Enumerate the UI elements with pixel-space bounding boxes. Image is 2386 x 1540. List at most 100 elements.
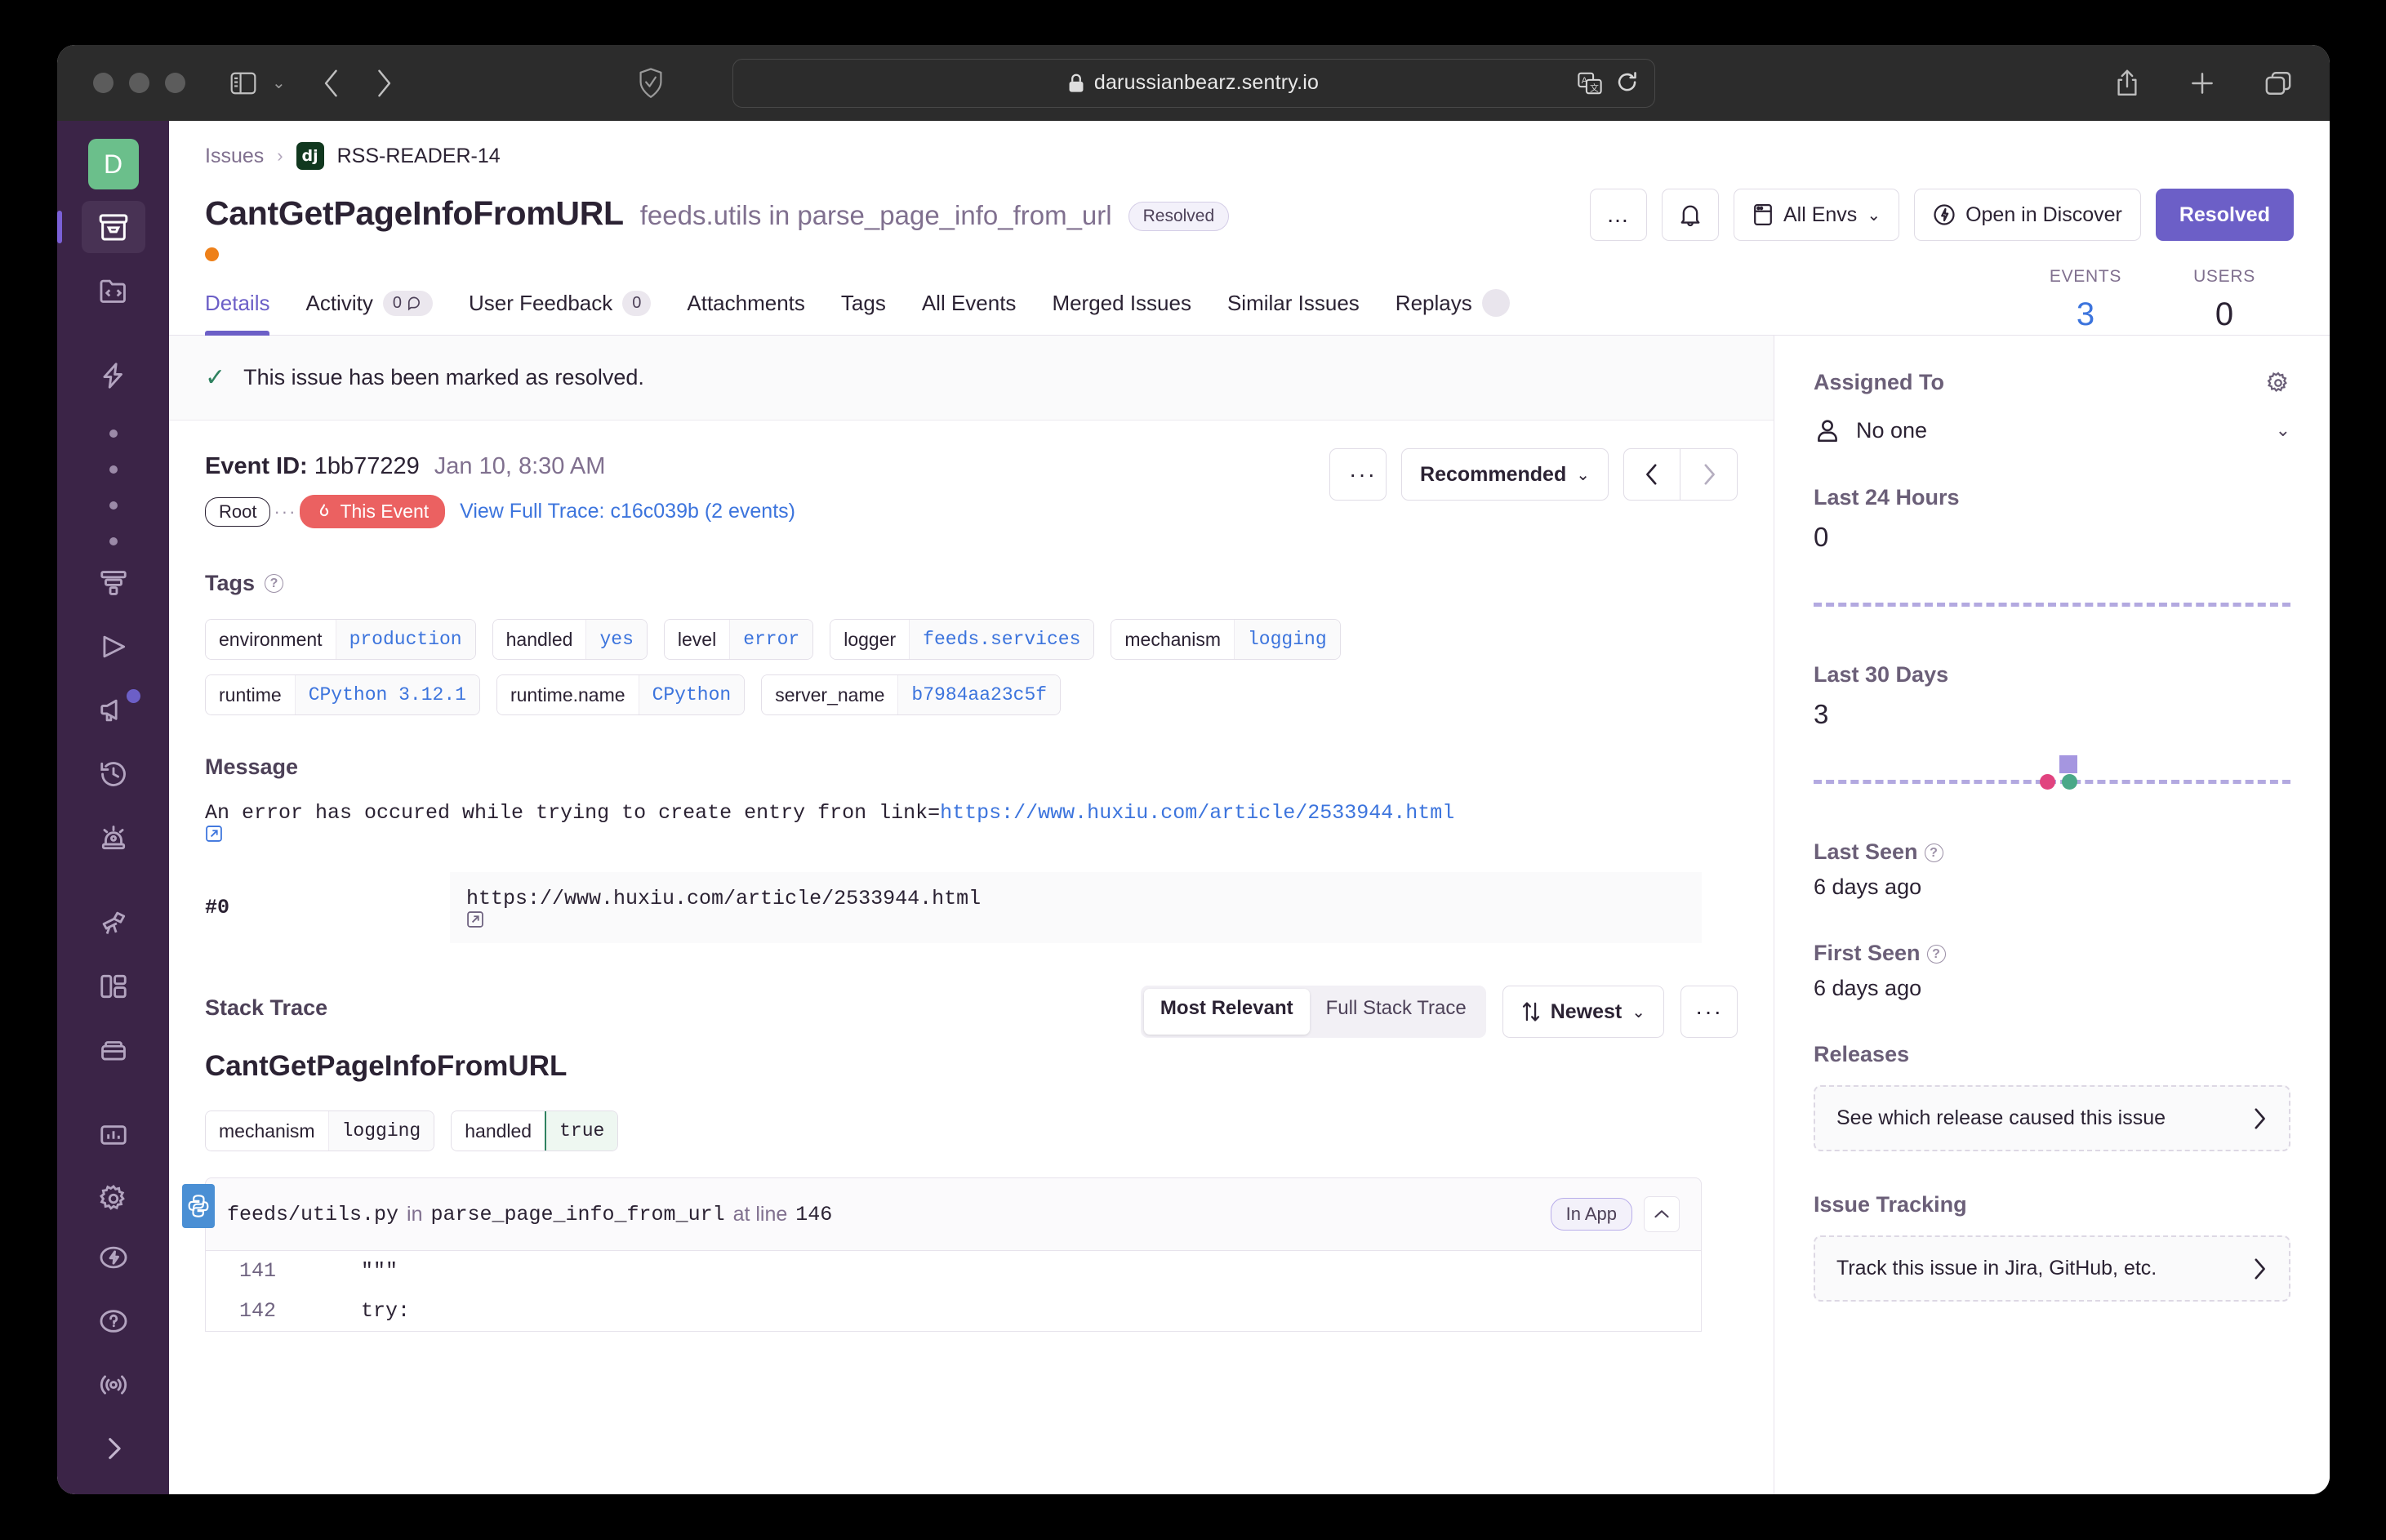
external-link-icon[interactable] (466, 910, 1685, 928)
tag-value[interactable]: CPython 3.12.1 (294, 675, 479, 714)
reload-icon[interactable] (1617, 71, 1638, 95)
tag-mechanism[interactable]: mechanism logging (1111, 619, 1341, 660)
external-link-icon[interactable] (205, 825, 1738, 843)
stack-frame: feeds/utils.py in parse_page_info_from_u… (182, 1177, 1702, 1332)
sidebar-item-help[interactable] (82, 1295, 145, 1347)
tab-similar-issues[interactable]: Similar Issues (1227, 291, 1360, 334)
sidebar-item-projects[interactable] (82, 265, 145, 317)
sidebar-item-alerts[interactable] (82, 812, 145, 864)
event-more-button[interactable]: ellipsis-icon ··· (1329, 448, 1387, 501)
sidebar-item-announcements[interactable] (82, 684, 145, 737)
sidebar-item-issues[interactable] (57, 201, 145, 253)
tag-logger[interactable]: logger feeds.services (830, 619, 1095, 660)
forward-button[interactable] (374, 69, 394, 98)
tab-replays[interactable]: Replays (1396, 289, 1510, 335)
next-event-button[interactable] (1680, 448, 1738, 501)
question-icon[interactable]: ? (1926, 945, 1946, 964)
sidebar-toggle-icon[interactable] (229, 71, 257, 96)
event-selector-button[interactable]: Recommended ⌄ (1401, 448, 1609, 501)
window-controls[interactable] (93, 73, 185, 93)
view-full-trace-link[interactable]: View Full Trace: c16c039b (2 events) (460, 500, 795, 523)
browser-window: ⌄ darussianbearz.sentry.io A 文 D Issues … (57, 45, 2330, 1494)
first-seen-title: First Seen? (1814, 941, 2290, 966)
stack-sort-button[interactable]: Newest ⌄ (1502, 986, 1664, 1038)
minimize-window-button[interactable] (129, 73, 149, 93)
tab-user-feedback[interactable]: User Feedback 0 (468, 290, 652, 334)
sidebar-item-history[interactable] (82, 748, 145, 800)
tag-value[interactable]: CPython (638, 675, 745, 714)
tab-attachments[interactable]: Attachments (687, 291, 805, 334)
issue-tracking-cta[interactable]: Track this issue in Jira, GitHub, etc. (1814, 1235, 2290, 1302)
tag-handled[interactable]: handled yes (492, 619, 648, 660)
tab-merged-issues[interactable]: Merged Issues (1052, 291, 1191, 334)
tag-value[interactable]: error (729, 620, 813, 659)
event-id-value[interactable]: 1bb77229 (314, 453, 420, 479)
org-avatar[interactable]: D (87, 139, 139, 189)
tab-label: User Feedback (468, 290, 613, 315)
sidebar-item-quick-start[interactable] (82, 1231, 145, 1284)
close-window-button[interactable] (93, 73, 114, 93)
tab-all-events[interactable]: All Events (922, 291, 1017, 334)
sidebar-item-filters[interactable] (82, 557, 145, 609)
breadcrumb-current[interactable]: RSS-READER-14 (337, 145, 501, 168)
stack-frame-header[interactable]: feeds/utils.py in parse_page_info_from_u… (205, 1177, 1702, 1251)
tag-value[interactable]: production (335, 620, 475, 659)
exception-tag-handled[interactable]: handled true (451, 1110, 619, 1151)
sidebar-item-broadcasts[interactable] (82, 1359, 145, 1411)
question-icon[interactable]: ? (265, 574, 284, 593)
last-30-days-sparkline[interactable] (1814, 740, 2290, 799)
sidebar-item-settings[interactable] (82, 1173, 145, 1225)
assignee-selector[interactable]: No one ⌄ (1814, 416, 2290, 444)
tab-tags[interactable]: Tags (841, 291, 886, 334)
sidebar-item-replays[interactable] (82, 621, 145, 673)
tag-environment[interactable]: environment production (205, 619, 476, 660)
previous-event-button[interactable] (1623, 448, 1680, 501)
back-button[interactable] (322, 69, 341, 98)
shield-icon[interactable] (639, 67, 663, 99)
tag-runtime[interactable]: runtime CPython 3.12.1 (205, 674, 480, 715)
plus-icon[interactable] (2189, 70, 2215, 96)
this-event-pill[interactable]: This Event (300, 495, 446, 528)
tag-server-name[interactable]: server_name b7984aa23c5f (761, 674, 1062, 715)
tab-overview-icon[interactable] (2264, 70, 2292, 96)
trace-root-pill[interactable]: Root (205, 496, 271, 527)
exception-tag-mechanism[interactable]: mechanism logging (205, 1110, 435, 1151)
chevron-down-icon[interactable]: ⌄ (272, 73, 286, 93)
tag-value[interactable]: b7984aa23c5f (897, 675, 1061, 714)
translate-icon[interactable]: A 文 (1577, 72, 1602, 95)
event-meta-row: Event ID: 1bb77229 Jan 10, 8:30 AM ellip… (169, 421, 1774, 501)
releases-cta[interactable]: See which release caused this issue (1814, 1085, 2290, 1151)
chevron-up-icon[interactable] (1644, 1196, 1680, 1232)
stack-more-button[interactable]: ··· (1680, 986, 1738, 1038)
gear-icon[interactable] (2266, 371, 2290, 395)
chevron-down-icon[interactable]: ⌄ (2276, 420, 2290, 441)
address-bar[interactable]: darussianbearz.sentry.io A 文 (732, 58, 1655, 108)
sidebar-item-releases[interactable] (82, 1024, 145, 1076)
tags-section-title: Tags ? (205, 571, 1738, 596)
sidebar-item-stats[interactable] (82, 1109, 145, 1161)
tag-value[interactable]: feeds.services (909, 620, 1094, 659)
sidebar-item-dashboards[interactable] (82, 960, 145, 1013)
tag-key: handled (492, 620, 586, 659)
tab-details[interactable]: Details (205, 290, 270, 336)
issue-details-content: ✓ This issue has been marked as resolved… (169, 336, 1774, 1494)
issue-tracking-title: Issue Tracking (1814, 1192, 1967, 1217)
tag-runtime-name[interactable]: runtime.name CPython (496, 674, 746, 715)
most-relevant-option[interactable]: Most Relevant (1143, 989, 1310, 1035)
sidebar-item-discover[interactable] (82, 897, 145, 949)
breadcrumb-issues-link[interactable]: Issues (205, 145, 264, 168)
tab-label: Details (205, 290, 270, 315)
last-seen-title: Last Seen? (1814, 839, 2290, 865)
share-icon[interactable] (2114, 69, 2140, 98)
tab-activity[interactable]: Activity 0 (305, 290, 433, 334)
full-stack-trace-option[interactable]: Full Stack Trace (1310, 989, 1483, 1035)
tag-value[interactable]: yes (585, 620, 647, 659)
maximize-window-button[interactable] (165, 73, 185, 93)
tag-value[interactable]: logging (1234, 620, 1340, 659)
last-30-days-block: Last 30 Days 3 (1814, 662, 2290, 799)
message-link[interactable]: https://www.huxiu.com/article/2533944.ht… (940, 801, 1454, 825)
sidebar-item-performance[interactable] (82, 349, 145, 402)
sidebar-collapse-button[interactable] (82, 1422, 145, 1475)
tag-level[interactable]: level error (663, 619, 814, 660)
question-icon[interactable]: ? (1924, 843, 1943, 863)
